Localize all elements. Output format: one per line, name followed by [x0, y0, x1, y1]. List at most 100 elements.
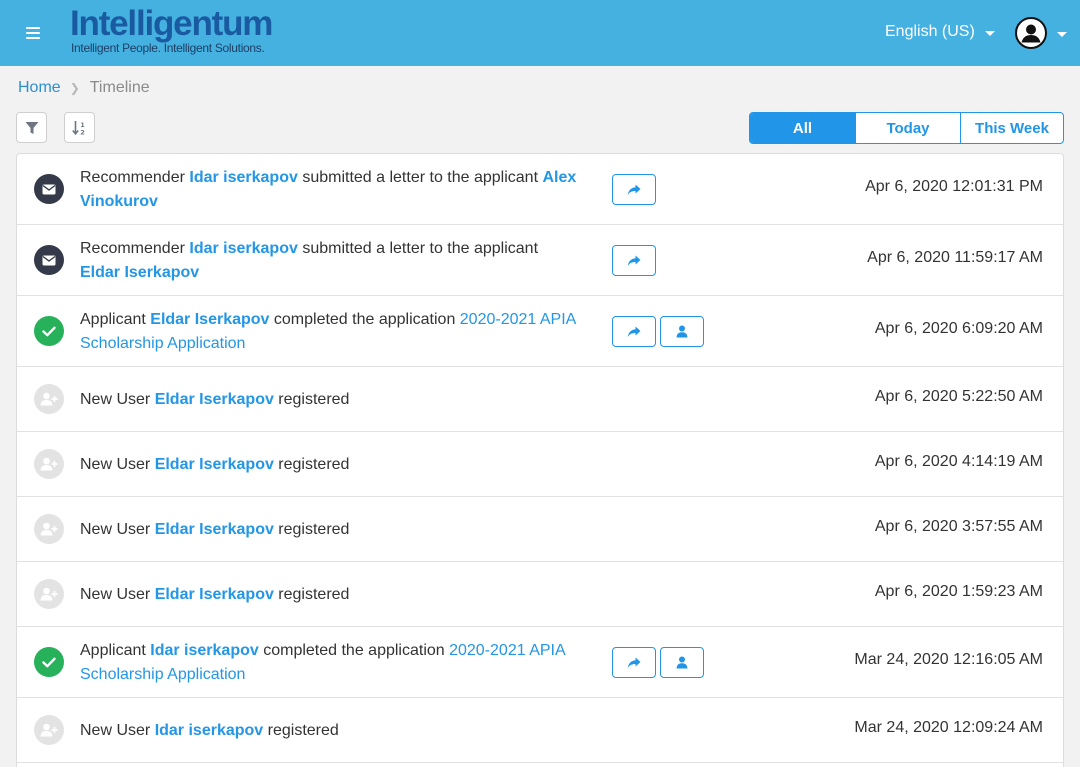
- user-plus-icon: [34, 579, 64, 609]
- event-description: New User Eldar Iserkapov registered: [80, 583, 585, 607]
- recommender-link[interactable]: Idar iserkapov: [189, 240, 298, 257]
- applicant-link[interactable]: Eldar Iserkapov: [80, 264, 199, 281]
- check-circle-icon: [34, 316, 64, 346]
- share-icon: [627, 326, 641, 337]
- event-text: submitted a letter to the applicant: [297, 169, 543, 186]
- chevron-right-icon: ❯: [69, 81, 80, 95]
- share-button[interactable]: [612, 647, 656, 678]
- user-plus-icon: [34, 715, 64, 745]
- event-text: New User: [80, 391, 155, 408]
- timeline-row: Applicant Idar iserkapov completed the a…: [17, 627, 1063, 698]
- timeline-row: Recommender Idar iserkapov submitted a l…: [17, 225, 1063, 296]
- event-text: Recommender: [80, 169, 190, 186]
- share-icon: [627, 184, 641, 195]
- top-bar: Intelligentum Intelligent People. Intell…: [0, 0, 1080, 66]
- event-timestamp: Apr 6, 2020 6:09:20 AM: [874, 320, 1043, 337]
- timeline-row: New User Eldar Iserkapov registered Apr …: [17, 367, 1063, 432]
- event-text: submitted a letter to the applicant: [297, 240, 539, 257]
- tab-this-week[interactable]: This Week: [960, 113, 1063, 143]
- event-description: New User Eldar Iserkapov registered: [80, 518, 585, 542]
- event-timestamp: Apr 6, 2020 11:59:17 AM: [867, 249, 1043, 266]
- user-link[interactable]: Eldar Iserkapov: [155, 586, 274, 603]
- event-text: registered: [273, 521, 350, 538]
- timeline-list: Recommender Idar iserkapov submitted a l…: [16, 153, 1064, 767]
- filter-button[interactable]: [16, 112, 47, 143]
- hamburger-menu-icon[interactable]: [26, 27, 40, 39]
- timeline-row: New User Eldar Iserkapov registered Apr …: [17, 497, 1063, 562]
- tab-today[interactable]: Today: [855, 113, 960, 143]
- envelope-icon: [34, 174, 64, 204]
- chevron-down-icon: [984, 30, 995, 36]
- user-link[interactable]: Eldar Iserkapov: [155, 391, 274, 408]
- share-button[interactable]: [612, 316, 656, 347]
- breadcrumb: Home ❯ Timeline: [18, 79, 150, 97]
- event-text: completed the application: [258, 642, 450, 659]
- brand-logo[interactable]: Intelligentum Intelligent People. Intell…: [70, 4, 273, 56]
- sort-icon: 1 2: [71, 120, 85, 136]
- event-text: Recommender: [80, 240, 190, 257]
- share-button[interactable]: [612, 245, 656, 276]
- share-icon: [627, 255, 641, 266]
- user-plus-icon: [34, 449, 64, 479]
- event-description: Recommender Idar iserkapov submitted a l…: [80, 237, 585, 285]
- event-text: Applicant: [80, 642, 151, 659]
- applicant-link[interactable]: Eldar Iserkapov: [150, 311, 269, 328]
- event-description: New User Idar iserkapov registered: [80, 719, 585, 743]
- envelope-icon: [34, 245, 64, 275]
- event-description: Recommender Idar iserkapov submitted a l…: [80, 166, 585, 214]
- event-timestamp: Apr 6, 2020 1:59:23 AM: [874, 583, 1043, 600]
- timeline-row: Recommender Idar iserkapov submitted a l…: [17, 154, 1063, 225]
- tab-all[interactable]: All: [750, 113, 855, 143]
- user-link[interactable]: Eldar Iserkapov: [155, 456, 274, 473]
- applicant-link[interactable]: Idar iserkapov: [150, 642, 259, 659]
- event-text: registered: [273, 456, 350, 473]
- event-timestamp: Apr 6, 2020 12:01:31 PM: [865, 178, 1043, 195]
- event-text: New User: [80, 521, 155, 538]
- language-selector[interactable]: English (US): [885, 23, 995, 41]
- breadcrumb-home-link[interactable]: Home: [18, 79, 61, 97]
- row-actions: [612, 316, 704, 347]
- event-description: New User Eldar Iserkapov registered: [80, 453, 585, 477]
- event-timestamp: Apr 6, 2020 3:57:55 AM: [874, 518, 1043, 535]
- event-text: New User: [80, 456, 155, 473]
- time-range-filter: All Today This Week: [749, 112, 1064, 144]
- user-menu[interactable]: [1015, 17, 1067, 49]
- brand-name: Intelligentum: [70, 4, 273, 43]
- event-timestamp: Apr 6, 2020 5:22:50 AM: [874, 388, 1043, 405]
- row-actions: [612, 174, 656, 205]
- event-text: registered: [273, 391, 350, 408]
- event-description: Applicant Eldar Iserkapov completed the …: [80, 308, 585, 356]
- event-text: registered: [273, 586, 350, 603]
- user-icon: [676, 325, 688, 338]
- user-link[interactable]: Idar iserkapov: [155, 722, 264, 739]
- user-icon: [676, 656, 688, 669]
- view-applicant-button[interactable]: [660, 316, 704, 347]
- view-applicant-button[interactable]: [660, 647, 704, 678]
- filter-icon: [25, 121, 38, 134]
- recommender-link[interactable]: Idar iserkapov: [189, 169, 298, 186]
- event-text: New User: [80, 586, 155, 603]
- row-actions: [612, 245, 656, 276]
- user-plus-icon: [34, 514, 64, 544]
- breadcrumb-current: Timeline: [89, 79, 150, 96]
- check-circle-icon: [34, 647, 64, 677]
- timeline-row: New User Eldar Iserkapov registered Apr …: [17, 562, 1063, 627]
- user-link[interactable]: Eldar Iserkapov: [155, 521, 274, 538]
- event-description: New User Eldar Iserkapov registered: [80, 388, 585, 412]
- event-text: registered: [263, 722, 339, 739]
- share-icon: [627, 657, 641, 668]
- language-label: English (US): [885, 23, 975, 40]
- timeline-row: New User Eldar Iserkapov registered Apr …: [17, 432, 1063, 497]
- timeline-row: New User Idar iserkapov registered Mar 2…: [17, 698, 1063, 763]
- user-plus-icon: [34, 384, 64, 414]
- svg-text:2: 2: [80, 128, 85, 136]
- event-timestamp: Apr 6, 2020 4:14:19 AM: [874, 453, 1043, 470]
- event-text: completed the application: [269, 311, 460, 328]
- brand-tagline: Intelligent People. Intelligent Solution…: [71, 41, 265, 55]
- event-timestamp: Mar 24, 2020 12:09:24 AM: [854, 719, 1043, 736]
- row-actions: [612, 647, 704, 678]
- share-button[interactable]: [612, 174, 656, 205]
- timeline-row: Applicant Eldar Iserkapov completed the …: [17, 296, 1063, 367]
- event-timestamp: Mar 24, 2020 12:16:05 AM: [854, 651, 1043, 668]
- sort-button[interactable]: 1 2: [64, 112, 95, 143]
